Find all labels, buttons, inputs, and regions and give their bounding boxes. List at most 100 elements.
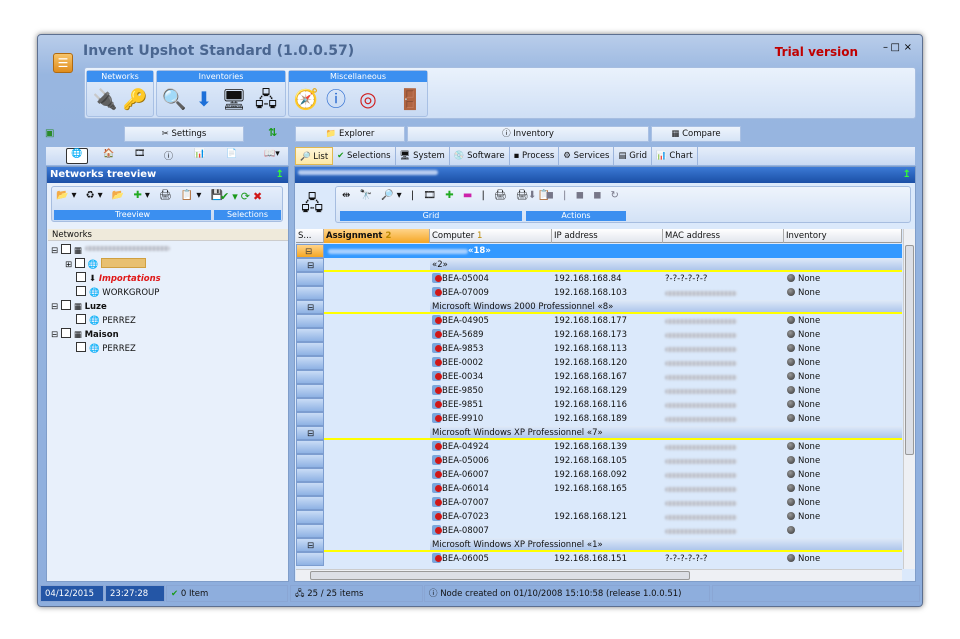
lifebuoy-icon[interactable]: ◎ — [355, 86, 381, 112]
close-button[interactable]: × — [904, 42, 912, 53]
tree-node[interactable]: 🌐 PERREZ — [51, 314, 170, 328]
tab-chart-icon[interactable]: 📊 — [194, 149, 205, 159]
row-header[interactable] — [296, 482, 324, 496]
tab-process[interactable]: ▪ Process — [509, 147, 560, 165]
col-computer[interactable]: Computer 1 — [430, 229, 552, 243]
row-header[interactable] — [296, 496, 324, 510]
tab-software[interactable]: 💿 Software — [449, 147, 510, 165]
table-row[interactable]: BEA-9853 192.168.168.113 None — [296, 342, 902, 356]
tab-compare[interactable]: ▦ Compare — [651, 126, 741, 142]
info-icon[interactable]: ⓘ — [323, 86, 349, 112]
checkbox[interactable] — [76, 342, 86, 352]
expand-toggle[interactable]: ⊟ — [296, 426, 324, 440]
computers-icon[interactable]: 🖧 — [253, 86, 279, 112]
tree-node[interactable]: ⊟ ▦ Luze — [51, 300, 170, 314]
tree-column-header[interactable]: Networks — [48, 229, 288, 241]
col-inventory[interactable]: Inventory — [784, 229, 902, 243]
network-check-icon[interactable]: 🔌 — [92, 86, 118, 112]
table-row[interactable]: BEA-07023 192.168.168.121 None — [296, 510, 902, 524]
table-row[interactable]: BEE-0002 192.168.168.120 None — [296, 356, 902, 370]
sync-icon[interactable]: ⇅ — [268, 126, 277, 139]
computer-info-icon[interactable]: 🖥 — [221, 86, 247, 112]
tab-grid[interactable]: ▤ Grid — [614, 147, 653, 165]
table-row[interactable]: BEA-06007 192.168.168.092 None — [296, 468, 902, 482]
scroll-thumb[interactable] — [310, 571, 690, 580]
maximize-button[interactable]: □ — [891, 42, 900, 53]
tab-chart[interactable]: 📊 Chart — [652, 147, 698, 165]
tab-info-icon[interactable]: ⓘ — [164, 149, 173, 162]
row-header[interactable] — [296, 454, 324, 468]
treeview-tools[interactable]: 📂▾ ♻▾ 📂 ✚▾ 🖨 📋▾ 💾 — [56, 190, 226, 201]
table-row[interactable]: BEA-07009 192.168.168.103 None — [296, 286, 902, 300]
vertical-scrollbar[interactable] — [903, 229, 915, 569]
col-ip[interactable]: IP address — [552, 229, 663, 243]
tree-node[interactable]: 🌐 PERREZ — [51, 342, 170, 356]
group-row[interactable]: ⊟ «18» — [296, 244, 902, 258]
scroll-thumb[interactable] — [905, 245, 914, 455]
table-row[interactable]: BEA-06005 192.168.168.151 ?-?-?-?-?-? None — [296, 552, 902, 566]
computer-search-icon[interactable]: 🔍 — [161, 86, 187, 112]
col-mac[interactable]: MAC address — [663, 229, 784, 243]
row-header[interactable] — [296, 468, 324, 482]
expand-toggle[interactable]: ⊟ — [296, 244, 324, 258]
action-tools[interactable]: ⬇ ◼ | ◼ ◼ ↻ — [528, 190, 622, 201]
checkbox[interactable] — [76, 272, 86, 282]
row-header[interactable] — [296, 440, 324, 454]
table-row[interactable]: BEA-05006 192.168.168.105 None — [296, 454, 902, 468]
table-row[interactable]: BEA-08007 — [296, 524, 902, 538]
row-header[interactable] — [296, 286, 324, 300]
tab-settings[interactable]: ✂ Settings — [124, 126, 244, 142]
group-row[interactable]: ⊟ Microsoft Windows XP Professionnel «1» — [296, 538, 902, 552]
table-row[interactable]: BEA-06014 192.168.168.165 None — [296, 482, 902, 496]
minimize-button[interactable]: – — [883, 42, 888, 53]
tab-services[interactable]: ⚙ Services — [559, 147, 615, 165]
expand-toggle[interactable]: ⊟ — [296, 258, 324, 272]
table-row[interactable]: BEA-07007 None — [296, 496, 902, 510]
checkbox[interactable] — [76, 286, 86, 296]
expand-panel-icon[interactable]: ▣ — [45, 128, 54, 139]
checkbox[interactable] — [60, 300, 71, 310]
col-assignment[interactable]: Assignment 2 — [324, 229, 430, 243]
expand-toggle[interactable]: ⊟ — [296, 538, 324, 552]
row-header[interactable] — [296, 370, 324, 384]
row-header[interactable] — [296, 272, 324, 286]
exit-door-icon[interactable]: 🚪 — [397, 86, 423, 112]
row-header[interactable] — [296, 524, 324, 538]
checkbox[interactable] — [60, 328, 71, 338]
checkbox[interactable] — [74, 258, 85, 268]
row-header[interactable] — [296, 314, 324, 328]
row-header[interactable] — [296, 328, 324, 342]
row-header[interactable] — [296, 510, 324, 524]
row-header[interactable] — [296, 342, 324, 356]
tab-system[interactable]: 🖥 System — [395, 147, 450, 165]
row-header[interactable] — [296, 398, 324, 412]
tree-node[interactable]: 🌐 WORKGROUP — [51, 286, 170, 300]
row-header[interactable] — [296, 384, 324, 398]
row-header[interactable] — [296, 552, 324, 566]
table-row[interactable]: BEE-9850 192.168.168.129 None — [296, 384, 902, 398]
selection-tools[interactable]: ✔▾⟳✖ — [220, 190, 265, 203]
table-row[interactable]: BEA-5689 192.168.168.173 None — [296, 328, 902, 342]
horizontal-scrollbar[interactable] — [296, 569, 902, 581]
map-compass-icon[interactable]: 🧭 — [293, 86, 319, 112]
table-row[interactable]: BEA-04924 192.168.168.139 None — [296, 440, 902, 454]
download-icon[interactable]: ⬇ — [191, 86, 217, 112]
table-row[interactable]: BEA-04905 192.168.168.177 None — [296, 314, 902, 328]
tab-inventory[interactable]: ⓘ Inventory — [407, 126, 649, 142]
tab-book-icon[interactable]: 📖▾ — [264, 149, 280, 159]
col-s[interactable]: S... — [296, 229, 324, 243]
tab-list[interactable]: 🔎 List — [295, 147, 334, 165]
table-row[interactable]: BEA-05004 192.168.168.84 ?-?-?-?-?-? None — [296, 272, 902, 286]
tab-report-icon[interactable]: 📄 — [226, 149, 237, 159]
tree-node[interactable]: ⊟ ▦ Maison — [51, 328, 170, 342]
tree-node[interactable]: ⬇ Importations — [51, 272, 170, 286]
grid-tools[interactable]: ⇹ 🔭 🔎▾ | 🎞 ✚ ▬ | 🖨 🖨 📋 — [342, 190, 553, 201]
tree-node[interactable]: ⊟ ▦ — [51, 244, 170, 258]
tab-explorer[interactable]: 📁 Explorer — [295, 126, 405, 142]
checkbox[interactable] — [60, 244, 71, 254]
group-row[interactable]: ⊟ Microsoft Windows XP Professionnel «7» — [296, 426, 902, 440]
tab-film-icon[interactable]: 🎞 — [134, 149, 145, 159]
tab-selections[interactable]: ✔ Selections — [333, 147, 396, 165]
checkbox[interactable] — [76, 314, 86, 324]
app-menu-button[interactable]: ☰ — [53, 53, 73, 73]
